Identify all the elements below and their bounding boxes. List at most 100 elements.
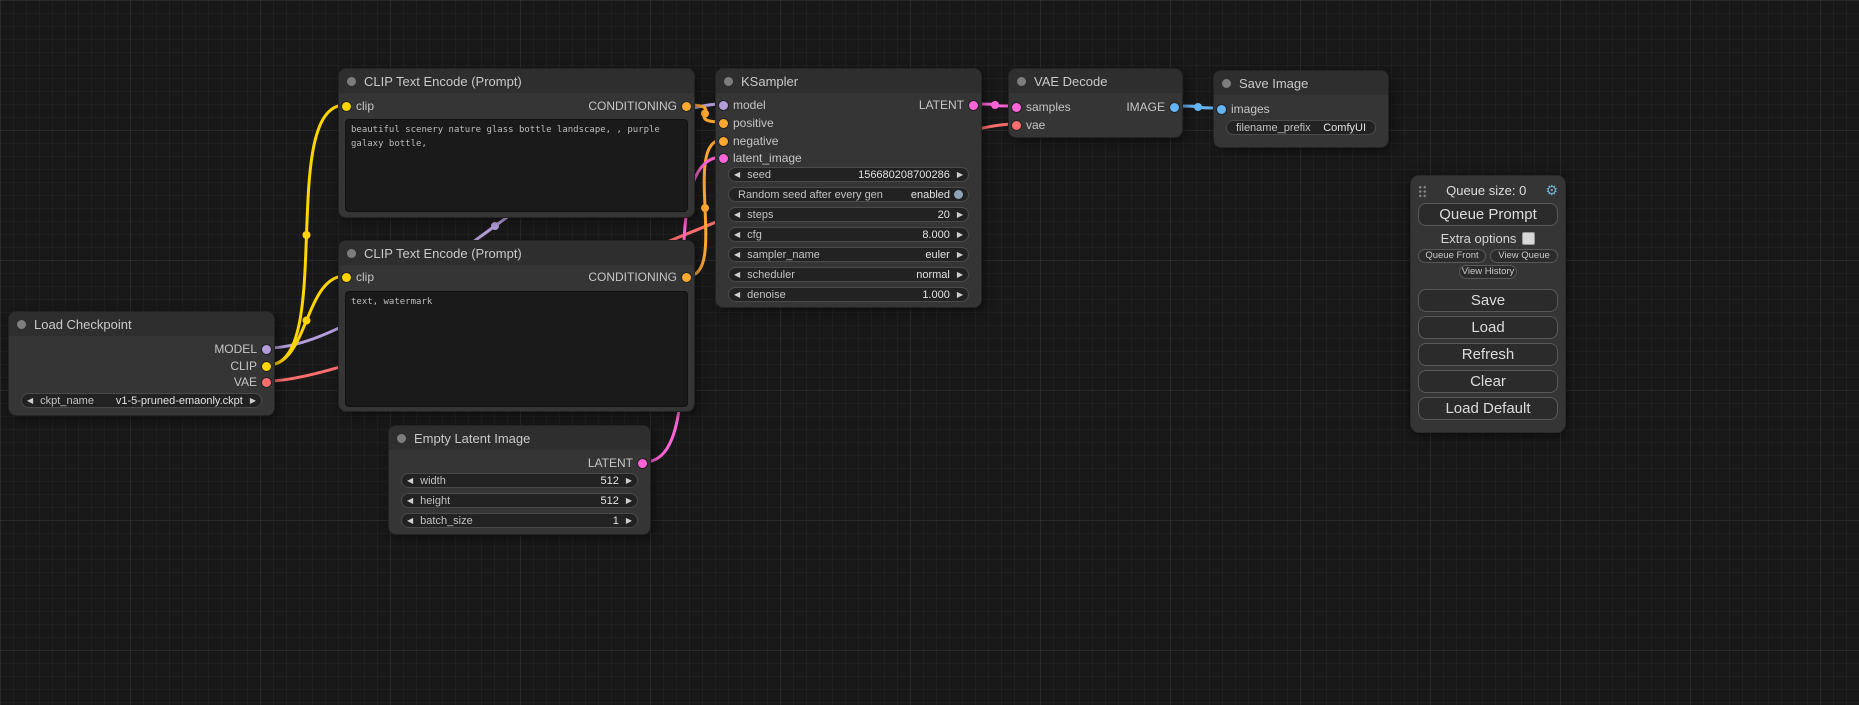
decrement-arrow-icon[interactable]: ◀ <box>407 517 413 525</box>
collapse-dot-icon[interactable] <box>1222 79 1231 88</box>
view-history-button[interactable]: View History <box>1459 265 1518 279</box>
input-slot-negative: negative <box>716 134 778 148</box>
decrement-arrow-icon[interactable]: ◀ <box>734 271 740 279</box>
output-label: CLIP <box>230 359 257 373</box>
seed-widget[interactable]: ◀ seed 156680208700286 ▶ <box>728 167 969 182</box>
positive-prompt-textarea[interactable]: beautiful scenery nature glass bottle la… <box>345 119 688 212</box>
increment-arrow-icon[interactable]: ▶ <box>957 291 963 299</box>
clear-button[interactable]: Clear <box>1418 370 1558 393</box>
node-title-text: Load Checkpoint <box>34 317 132 332</box>
decrement-arrow-icon[interactable]: ◀ <box>407 477 413 485</box>
decrement-arrow-icon[interactable]: ◀ <box>734 251 740 259</box>
widget-label: denoise <box>747 289 786 301</box>
node-vae-decode[interactable]: VAE Decode samples vae IMAGE <box>1008 68 1183 138</box>
node-title-bar[interactable]: Empty Latent Image <box>389 426 650 450</box>
increment-arrow-icon[interactable]: ▶ <box>626 497 632 505</box>
scheduler-widget[interactable]: ◀ scheduler normal ▶ <box>728 267 969 282</box>
negative-prompt-textarea[interactable]: text, watermark <box>345 291 688 407</box>
collapse-dot-icon[interactable] <box>347 249 356 258</box>
save-button[interactable]: Save <box>1418 289 1558 312</box>
cfg-widget[interactable]: ◀ cfg 8.000 ▶ <box>728 227 969 242</box>
load-default-button[interactable]: Load Default <box>1418 397 1558 420</box>
width-widget[interactable]: ◀ width 512 ▶ <box>401 473 638 488</box>
load-button[interactable]: Load <box>1418 316 1558 339</box>
increment-arrow-icon[interactable]: ▶ <box>626 477 632 485</box>
increment-arrow-icon[interactable]: ▶ <box>626 517 632 525</box>
node-title-bar[interactable]: KSampler <box>716 69 981 93</box>
model-output-port[interactable] <box>262 345 271 354</box>
filename-prefix-widget[interactable]: filename_prefix ComfyUI <box>1226 120 1376 135</box>
decrement-arrow-icon[interactable]: ◀ <box>27 397 33 405</box>
node-clip-text-encode-positive[interactable]: CLIP Text Encode (Prompt) clip CONDITION… <box>338 68 695 218</box>
widget-label: width <box>420 475 446 487</box>
samples-input-port[interactable] <box>1012 103 1021 112</box>
collapse-dot-icon[interactable] <box>17 320 26 329</box>
node-title-bar[interactable]: Save Image <box>1214 71 1388 95</box>
node-title-bar[interactable]: Load Checkpoint <box>9 312 274 336</box>
input-label: vae <box>1026 118 1045 132</box>
vae-input-port[interactable] <box>1012 121 1021 130</box>
input-label: latent_image <box>733 151 802 165</box>
widget-label: cfg <box>747 229 762 241</box>
input-slot-vae: vae <box>1009 118 1045 132</box>
increment-arrow-icon[interactable]: ▶ <box>957 231 963 239</box>
output-slot-latent: LATENT <box>588 456 650 470</box>
extra-options-checkbox[interactable] <box>1522 232 1535 245</box>
increment-arrow-icon[interactable]: ▶ <box>957 211 963 219</box>
increment-arrow-icon[interactable]: ▶ <box>957 171 963 179</box>
vae-output-port[interactable] <box>262 378 271 387</box>
toggle-enabled-icon[interactable] <box>954 190 963 199</box>
clip-output-port[interactable] <box>262 362 271 371</box>
refresh-button[interactable]: Refresh <box>1418 343 1558 366</box>
batch-size-widget[interactable]: ◀ batch_size 1 ▶ <box>401 513 638 528</box>
latent-output-port[interactable] <box>969 101 978 110</box>
increment-arrow-icon[interactable]: ▶ <box>957 271 963 279</box>
conditioning-output-port[interactable] <box>682 102 691 111</box>
widget-label: height <box>420 495 450 507</box>
height-widget[interactable]: ◀ height 512 ▶ <box>401 493 638 508</box>
view-queue-button[interactable]: View Queue <box>1490 249 1558 263</box>
queue-prompt-button[interactable]: Queue Prompt <box>1418 203 1558 226</box>
node-save-image[interactable]: Save Image images filename_prefix ComfyU… <box>1213 70 1389 148</box>
denoise-widget[interactable]: ◀ denoise 1.000 ▶ <box>728 287 969 302</box>
node-title-bar[interactable]: VAE Decode <box>1009 69 1182 93</box>
menu-header: Queue size: 0 ⚙ <box>1418 181 1558 199</box>
latent-output-port[interactable] <box>638 459 647 468</box>
decrement-arrow-icon[interactable]: ◀ <box>734 171 740 179</box>
random-seed-toggle-widget[interactable]: Random seed after every gen enabled <box>728 187 969 202</box>
history-row: View History <box>1418 265 1558 279</box>
decrement-arrow-icon[interactable]: ◀ <box>734 231 740 239</box>
node-ksampler[interactable]: KSampler model positive negative latent_… <box>715 68 982 308</box>
collapse-dot-icon[interactable] <box>397 434 406 443</box>
node-clip-text-encode-negative[interactable]: CLIP Text Encode (Prompt) clip CONDITION… <box>338 240 695 412</box>
node-empty-latent-image[interactable]: Empty Latent Image LATENT ◀ width 512 ▶ … <box>388 425 651 535</box>
increment-arrow-icon[interactable]: ▶ <box>250 397 256 405</box>
sampler-name-widget[interactable]: ◀ sampler_name euler ▶ <box>728 247 969 262</box>
node-title-bar[interactable]: CLIP Text Encode (Prompt) <box>339 241 694 265</box>
queue-front-button[interactable]: Queue Front <box>1418 249 1486 263</box>
collapse-dot-icon[interactable] <box>724 77 733 86</box>
input-label: clip <box>356 99 374 113</box>
settings-gear-icon[interactable]: ⚙ <box>1545 183 1558 197</box>
clip-input-port[interactable] <box>342 102 351 111</box>
negative-input-port[interactable] <box>719 137 728 146</box>
node-title-bar[interactable]: CLIP Text Encode (Prompt) <box>339 69 694 93</box>
clip-input-port[interactable] <box>342 273 351 282</box>
drag-handle-icon[interactable] <box>1418 184 1427 197</box>
collapse-dot-icon[interactable] <box>347 77 356 86</box>
images-input-port[interactable] <box>1217 105 1226 114</box>
model-input-port[interactable] <box>719 101 728 110</box>
steps-widget[interactable]: ◀ steps 20 ▶ <box>728 207 969 222</box>
graph-canvas[interactable]: Load Checkpoint MODEL CLIP VAE ◀ ckpt_na… <box>0 0 1859 705</box>
ckpt-name-widget[interactable]: ◀ ckpt_name v1-5-pruned-emaonly.ckpt ▶ <box>21 393 262 408</box>
decrement-arrow-icon[interactable]: ◀ <box>734 211 740 219</box>
positive-input-port[interactable] <box>719 119 728 128</box>
decrement-arrow-icon[interactable]: ◀ <box>734 291 740 299</box>
image-output-port[interactable] <box>1170 103 1179 112</box>
conditioning-output-port[interactable] <box>682 273 691 282</box>
decrement-arrow-icon[interactable]: ◀ <box>407 497 413 505</box>
latent-image-input-port[interactable] <box>719 154 728 163</box>
collapse-dot-icon[interactable] <box>1017 77 1026 86</box>
increment-arrow-icon[interactable]: ▶ <box>957 251 963 259</box>
node-load-checkpoint[interactable]: Load Checkpoint MODEL CLIP VAE ◀ ckpt_na… <box>8 311 275 416</box>
